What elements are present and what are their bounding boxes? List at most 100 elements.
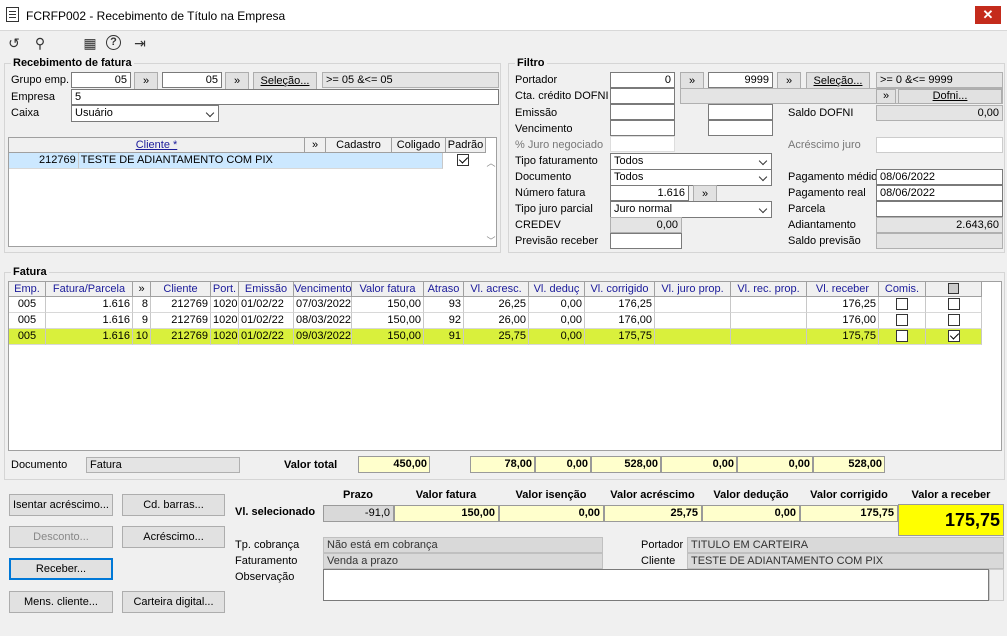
vl-rec-prop-cell[interactable] bbox=[731, 297, 807, 313]
cadastro-column-header[interactable]: Cadastro bbox=[326, 138, 392, 153]
cta-credito-input[interactable] bbox=[610, 88, 675, 104]
port-cell[interactable]: 1020 bbox=[211, 297, 239, 313]
portador-to-input[interactable]: 9999 bbox=[708, 72, 773, 88]
vl-deduc-cell[interactable]: 0,00 bbox=[529, 313, 585, 329]
vencimento-from-input[interactable] bbox=[610, 120, 675, 136]
select-cell[interactable] bbox=[926, 313, 982, 329]
cliente-arrow-header[interactable]: » bbox=[305, 138, 326, 153]
grupo-selecao-button[interactable]: Seleção... bbox=[253, 72, 317, 90]
vl-deduc-column-header[interactable]: Vl. deduç bbox=[529, 282, 585, 297]
cliente-cell[interactable]: 212769 bbox=[151, 313, 211, 329]
arrow-cell[interactable]: 10 bbox=[133, 329, 151, 345]
emissao-column-header[interactable]: Emissão bbox=[239, 282, 294, 297]
grupo-from-input[interactable]: 05 bbox=[71, 72, 131, 88]
close-button[interactable]: ✕ bbox=[975, 6, 1001, 24]
port-column-header[interactable]: Port. bbox=[211, 282, 239, 297]
comis-cell[interactable] bbox=[879, 313, 926, 329]
emissao-cell[interactable]: 01/02/22 bbox=[239, 297, 294, 313]
valor-fatura-column-header[interactable]: Valor fatura bbox=[352, 282, 424, 297]
select-cell[interactable] bbox=[926, 297, 982, 313]
cliente-name-cell[interactable]: TESTE DE ADIANTAMENTO COM PIX bbox=[78, 153, 444, 169]
vencimento-cell[interactable]: 07/03/2022 bbox=[294, 297, 352, 313]
grupo-to-input[interactable]: 05 bbox=[162, 72, 222, 88]
mens-cliente-button[interactable]: Mens. cliente... bbox=[9, 591, 113, 613]
acrescimo-button[interactable]: Acréscimo... bbox=[122, 526, 225, 548]
vl-receber-cell[interactable]: 175,75 bbox=[807, 329, 879, 345]
atraso-cell[interactable]: 92 bbox=[424, 313, 464, 329]
padrao-checkbox[interactable] bbox=[457, 154, 470, 166]
select-row-checkbox[interactable] bbox=[947, 314, 960, 326]
vl-receber-column-header[interactable]: Vl. receber bbox=[807, 282, 879, 297]
empresa-input[interactable]: 5 bbox=[71, 89, 499, 105]
receber-button[interactable]: Receber... bbox=[9, 558, 113, 580]
vencimento-column-header[interactable]: Vencimento bbox=[294, 282, 352, 297]
fatura-row[interactable]: 005 1.616 8 212769 1020 01/02/22 07/03/2022 150… bbox=[9, 297, 982, 313]
exit-icon[interactable]: ⇥ bbox=[131, 34, 149, 52]
cliente-column-header[interactable]: Cliente bbox=[151, 282, 211, 297]
carteira-digital-button[interactable]: Carteira digital... bbox=[122, 591, 225, 613]
isentar-acrescimo-button[interactable]: Isentar acréscimo... bbox=[9, 494, 113, 516]
pagamento-medio-input[interactable]: 08/06/2022 bbox=[876, 169, 1003, 185]
fatura-parcela-cell[interactable]: 1.616 bbox=[46, 329, 133, 345]
vl-corrigido-cell[interactable]: 176,00 bbox=[585, 313, 655, 329]
vl-acresc-cell[interactable]: 25,75 bbox=[464, 329, 529, 345]
arrow-cell[interactable]: 9 bbox=[133, 313, 151, 329]
comis-cell[interactable] bbox=[879, 329, 926, 345]
emissao-to-input[interactable] bbox=[708, 104, 773, 120]
numero-fatura-input[interactable]: 1.616 bbox=[610, 185, 689, 201]
cliente-code-cell[interactable]: 212769 bbox=[9, 153, 79, 169]
vencimento-cell[interactable]: 08/03/2022 bbox=[294, 313, 352, 329]
emp-column-header[interactable]: Emp. bbox=[9, 282, 46, 297]
emissao-cell[interactable]: 01/02/22 bbox=[239, 313, 294, 329]
pagamento-real-input[interactable]: 08/06/2022 bbox=[876, 185, 1003, 201]
tipo-juro-select[interactable]: Juro normal bbox=[610, 201, 772, 218]
comis-checkbox[interactable] bbox=[896, 298, 908, 310]
vencimento-to-input[interactable] bbox=[708, 120, 773, 136]
cd-barras-button[interactable]: Cd. barras... bbox=[122, 494, 225, 516]
select-row-checkbox[interactable] bbox=[947, 298, 960, 310]
vl-juro-prop-cell[interactable] bbox=[655, 329, 731, 345]
vl-receber-cell[interactable]: 176,25 bbox=[807, 297, 879, 313]
dofni-arrow-button[interactable]: » bbox=[876, 89, 896, 104]
comis-column-header[interactable]: Comis. bbox=[879, 282, 926, 297]
arrow-cell[interactable]: 8 bbox=[133, 297, 151, 313]
vl-acresc-cell[interactable]: 26,25 bbox=[464, 297, 529, 313]
vl-receber-cell[interactable]: 176,00 bbox=[807, 313, 879, 329]
help-icon[interactable]: ? bbox=[106, 35, 121, 50]
atraso-cell[interactable]: 93 bbox=[424, 297, 464, 313]
arrow-column-header[interactable]: » bbox=[133, 282, 151, 297]
vl-deduc-cell[interactable]: 0,00 bbox=[529, 329, 585, 345]
search-icon[interactable]: ⚲ bbox=[31, 34, 49, 52]
emp-cell[interactable]: 005 bbox=[9, 329, 46, 345]
fatura-parcela-cell[interactable]: 1.616 bbox=[46, 297, 133, 313]
select-row-checkbox[interactable] bbox=[947, 330, 960, 342]
cliente-cell[interactable]: 212769 bbox=[151, 329, 211, 345]
vl-corrigido-cell[interactable]: 175,75 bbox=[585, 329, 655, 345]
vl-juro-prop-column-header[interactable]: Vl. juro prop. bbox=[655, 282, 731, 297]
fatura-row[interactable]: 005 1.616 9 212769 1020 01/02/22 08/03/2022 150… bbox=[9, 313, 982, 329]
vl-juro-prop-cell[interactable] bbox=[655, 297, 731, 313]
padrao-column-header[interactable]: Padrão bbox=[446, 138, 486, 153]
fatura-parcela-column-header[interactable]: Fatura/Parcela bbox=[46, 282, 133, 297]
scroll-down-arrow[interactable]: ﹀ bbox=[486, 234, 496, 246]
vl-acresc-cell[interactable]: 26,00 bbox=[464, 313, 529, 329]
vl-rec-prop-column-header[interactable]: Vl. rec. prop. bbox=[731, 282, 807, 297]
padrao-cell[interactable] bbox=[443, 153, 483, 169]
vencimento-cell[interactable]: 09/03/2022 bbox=[294, 329, 352, 345]
scroll-up-arrow[interactable]: ︿ bbox=[486, 156, 496, 168]
vl-rec-prop-cell[interactable] bbox=[731, 313, 807, 329]
vl-deduc-cell[interactable]: 0,00 bbox=[529, 297, 585, 313]
observacao-scrollbar[interactable] bbox=[989, 569, 1004, 601]
vl-rec-prop-cell[interactable] bbox=[731, 329, 807, 345]
vl-acresc-column-header[interactable]: Vl. acresc. bbox=[464, 282, 529, 297]
dofni-button[interactable]: Dofni... bbox=[898, 89, 1002, 104]
coligado-column-header[interactable]: Coligado bbox=[392, 138, 446, 153]
emissao-cell[interactable]: 01/02/22 bbox=[239, 329, 294, 345]
vl-corrigido-cell[interactable]: 176,25 bbox=[585, 297, 655, 313]
valor-fatura-cell[interactable]: 150,00 bbox=[352, 313, 424, 329]
vl-juro-prop-cell[interactable] bbox=[655, 313, 731, 329]
previsao-receber-input[interactable] bbox=[610, 233, 682, 249]
fatura-parcela-cell[interactable]: 1.616 bbox=[46, 313, 133, 329]
cliente-row[interactable]: 212769 TESTE DE ADIANTAMENTO COM PIX bbox=[9, 153, 483, 169]
comis-cell[interactable] bbox=[879, 297, 926, 313]
